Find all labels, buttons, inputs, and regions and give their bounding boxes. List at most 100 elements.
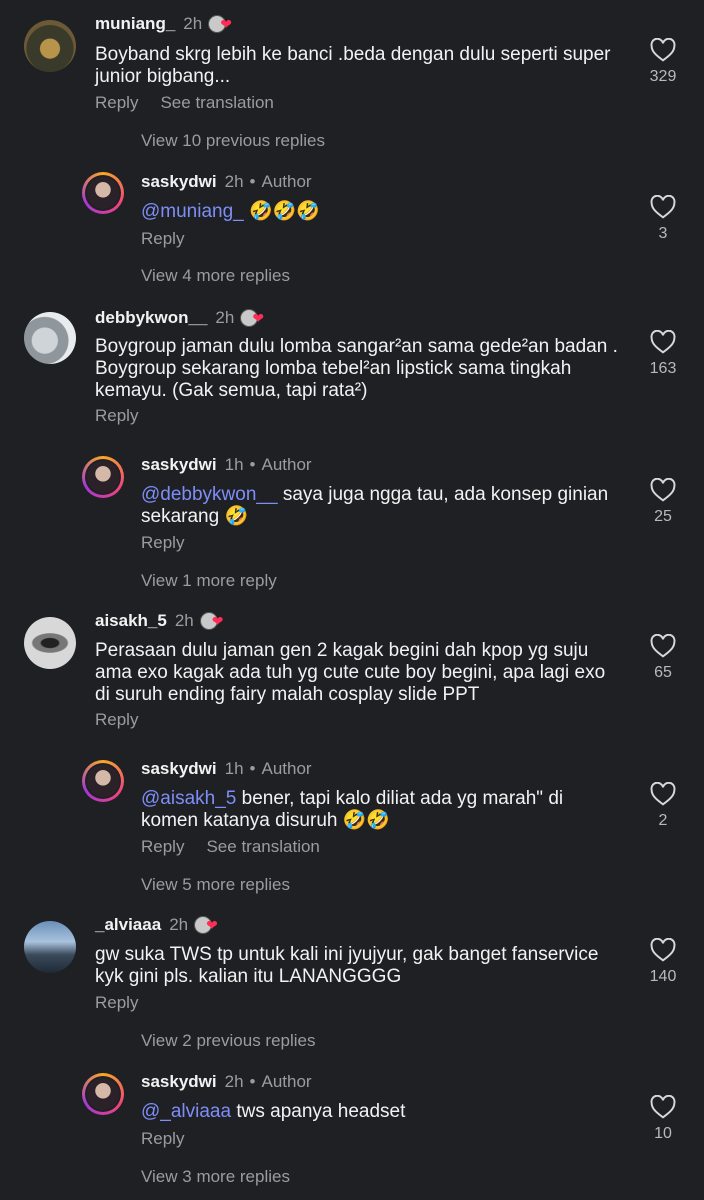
heart-badge-icon: ❤: [194, 916, 220, 934]
comment-text: Boygroup jaman dulu lomba sangar²an sama…: [95, 336, 618, 401]
comment-text: gw suka TWS tp untuk kali ini jyujyur, g…: [95, 944, 599, 987]
like-button[interactable]: 3: [635, 195, 691, 243]
reply-actions: Reply: [141, 1129, 206, 1149]
timestamp: 2h: [174, 611, 194, 630]
reply-body: 🤣🤣🤣: [243, 201, 321, 222]
reply-text: @aisakh_5 bener, tapi kalo diliat ada yg…: [141, 788, 621, 832]
comment-header: _alviaaa 2h ❤: [95, 915, 220, 935]
reply-text: @debbykwon__ saya juga ngga tau, ada kon…: [141, 484, 621, 528]
username[interactable]: saskydwi: [141, 759, 217, 779]
avatar[interactable]: [24, 921, 76, 973]
like-button[interactable]: 65: [635, 634, 691, 682]
heart-outline-icon: [650, 195, 676, 219]
reply-header: saskydwi 2h • Author: [141, 172, 312, 192]
username[interactable]: saskydwi: [141, 455, 217, 475]
comment-actions: Reply: [95, 406, 160, 426]
view-previous-replies[interactable]: View 2 previous replies: [141, 1031, 316, 1051]
username[interactable]: aisakh_5: [95, 611, 167, 631]
heart-outline-icon: [650, 478, 676, 502]
separator: •: [249, 455, 256, 474]
mention-link[interactable]: @debbykwon__: [141, 484, 278, 505]
comment-header: debbykwon__ 2h ❤: [95, 308, 266, 328]
reply-button[interactable]: Reply: [95, 93, 138, 112]
view-more-replies[interactable]: View 4 more replies: [141, 266, 290, 286]
heart-outline-icon: [650, 634, 676, 658]
username[interactable]: saskydwi: [141, 1072, 217, 1092]
comment-text: Boyband skrg lebih ke banci .beda dengan…: [95, 44, 611, 87]
like-count: 140: [649, 968, 677, 985]
timestamp: 2h: [224, 172, 244, 191]
heart-badge-icon: ❤: [240, 309, 266, 327]
see-translation-button[interactable]: See translation: [206, 837, 319, 856]
like-count: 25: [654, 508, 672, 525]
reply-header: saskydwi 1h • Author: [141, 455, 312, 475]
reply-header: saskydwi 2h • Author: [141, 1072, 312, 1092]
author-label: Author: [261, 172, 312, 191]
author-label: Author: [261, 1072, 312, 1091]
reply-header: saskydwi 1h • Author: [141, 759, 312, 779]
avatar[interactable]: [24, 312, 76, 364]
see-translation-button[interactable]: See translation: [160, 93, 273, 112]
like-count: 329: [649, 68, 677, 85]
avatar[interactable]: [82, 1073, 124, 1115]
view-more-replies[interactable]: View 3 more replies: [141, 1167, 290, 1187]
avatar[interactable]: [82, 172, 124, 214]
timestamp: 1h: [224, 455, 244, 474]
reply-button[interactable]: Reply: [141, 837, 184, 856]
heart-outline-icon: [650, 938, 676, 962]
heart-outline-icon: [650, 330, 676, 354]
like-count: 163: [649, 360, 677, 377]
reply-button[interactable]: Reply: [141, 229, 184, 248]
username[interactable]: saskydwi: [141, 172, 217, 192]
reply-button[interactable]: Reply: [95, 710, 138, 729]
heart-outline-icon: [650, 1095, 676, 1119]
like-count: 2: [658, 812, 668, 829]
comment-header: muniang_ 2h ❤: [95, 14, 234, 34]
mention-link[interactable]: @muniang_: [141, 201, 244, 222]
username[interactable]: _alviaaa: [95, 915, 161, 935]
reply-button[interactable]: Reply: [95, 406, 138, 425]
comment-header: aisakh_5 2h ❤: [95, 611, 226, 631]
heart-outline-icon: [650, 782, 676, 806]
like-button[interactable]: 25: [635, 478, 691, 526]
view-previous-replies[interactable]: View 10 previous replies: [141, 131, 325, 151]
reply-button[interactable]: Reply: [95, 993, 138, 1012]
reply-actions: Reply: [141, 533, 206, 553]
avatar[interactable]: [82, 760, 124, 802]
reply-actions: Reply: [141, 229, 206, 249]
like-count: 10: [654, 1125, 672, 1142]
reply-button[interactable]: Reply: [141, 1129, 184, 1148]
author-label: Author: [261, 759, 312, 778]
reply-actions: Reply See translation: [141, 837, 342, 857]
view-more-replies[interactable]: View 5 more replies: [141, 875, 290, 895]
avatar[interactable]: [24, 617, 76, 669]
like-button[interactable]: 10: [635, 1095, 691, 1143]
like-button[interactable]: 140: [635, 938, 691, 986]
heart-outline-icon: [650, 38, 676, 62]
avatar[interactable]: [82, 456, 124, 498]
like-button[interactable]: 329: [635, 38, 691, 86]
heart-badge-icon: ❤: [208, 15, 234, 33]
reply-body: tws apanya headset: [231, 1101, 406, 1122]
mention-link[interactable]: @_alviaaa: [141, 1101, 231, 1122]
username[interactable]: debbykwon__: [95, 308, 207, 328]
timestamp: 2h: [215, 308, 235, 327]
reply-button[interactable]: Reply: [141, 533, 184, 552]
separator: •: [249, 1072, 256, 1091]
mention-link[interactable]: @aisakh_5: [141, 788, 236, 809]
comment-actions: Reply: [95, 710, 160, 730]
timestamp: 2h: [169, 915, 189, 934]
reply-text: @_alviaaa tws apanya headset: [141, 1101, 621, 1123]
like-button[interactable]: 2: [635, 782, 691, 830]
view-more-replies[interactable]: View 1 more reply: [141, 571, 277, 591]
timestamp: 2h: [224, 1072, 244, 1091]
like-button[interactable]: 163: [635, 330, 691, 378]
like-count: 65: [654, 664, 672, 681]
avatar[interactable]: [24, 20, 76, 72]
username[interactable]: muniang_: [95, 14, 175, 34]
comment-actions: Reply: [95, 993, 160, 1013]
timestamp: 2h: [183, 14, 203, 33]
author-label: Author: [261, 455, 312, 474]
reply-text: @muniang_ 🤣🤣🤣: [141, 201, 621, 223]
comment-actions: Reply See translation: [95, 93, 296, 113]
